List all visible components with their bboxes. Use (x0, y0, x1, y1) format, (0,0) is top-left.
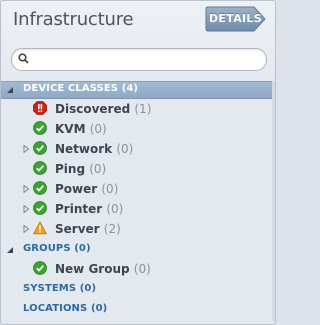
item-count: (0) (133, 262, 151, 276)
section-label-systems: SYSTEMS (0) (23, 283, 96, 294)
tree-item-label: Power (0) (55, 182, 118, 196)
collapse-arrow-icon[interactable] (6, 246, 14, 254)
tree-item-kvm[interactable]: KVM (0) (1, 120, 275, 140)
item-name: Printer (55, 202, 103, 216)
check-icon (33, 141, 47, 155)
section-label-groups: GROUPS (0) (23, 243, 91, 254)
section-count: (4) (121, 83, 139, 94)
expand-arrow-icon[interactable] (22, 225, 30, 233)
section-title: LOCATIONS (23, 303, 88, 314)
error-icon (33, 101, 47, 115)
section-title: SYSTEMS (23, 283, 77, 294)
section-systems[interactable]: SYSTEMS (0) (1, 281, 275, 301)
section-device-classes[interactable]: DEVICE CLASSES (4) (1, 81, 275, 99)
infrastructure-panel: Infrastructure DETAILS DEVICE CLASSES (4… (0, 0, 276, 325)
search-box[interactable] (11, 48, 267, 71)
details-button[interactable]: DETAILS (205, 6, 267, 32)
item-count: (0) (89, 162, 107, 176)
search-input[interactable] (34, 50, 264, 70)
tree-item-server[interactable]: Server (2) (1, 220, 275, 240)
tree-item-discovered[interactable]: Discovered (1) (1, 100, 275, 120)
item-name: Server (55, 222, 100, 236)
section-locations[interactable]: LOCATIONS (0) (1, 301, 275, 321)
item-count: (0) (106, 202, 124, 216)
tree-item-label: Printer (0) (55, 202, 123, 216)
item-count: (2) (103, 222, 121, 236)
item-count: (1) (134, 102, 152, 116)
section-label-locations: LOCATIONS (0) (23, 303, 107, 314)
check-icon (33, 261, 47, 275)
item-name: Ping (55, 162, 86, 176)
tree-item-label: KVM (0) (55, 122, 107, 136)
tree-item-label: Ping (0) (55, 162, 106, 176)
item-name: Network (55, 142, 113, 156)
section-label-device-classes: DEVICE CLASSES (4) (23, 83, 138, 94)
check-icon (33, 161, 47, 175)
tree-item-label: Server (2) (55, 222, 121, 236)
item-count: (0) (116, 142, 134, 156)
warning-icon (33, 221, 47, 235)
tree-item-ping[interactable]: Ping (0) (1, 160, 275, 180)
section-count: (0) (74, 243, 91, 254)
check-icon (33, 181, 47, 195)
panel-title: Infrastructure (13, 9, 134, 30)
tree-item-label: New Group (0) (55, 262, 151, 276)
tree-item-label: Network (0) (55, 142, 133, 156)
item-count: (0) (89, 122, 107, 136)
collapse-arrow-icon[interactable] (6, 86, 14, 94)
search-icon (18, 53, 29, 64)
scrollbar[interactable] (272, 81, 275, 321)
item-name: New Group (55, 262, 130, 276)
tree-item-power[interactable]: Power (0) (1, 180, 275, 200)
expand-arrow-icon[interactable] (22, 185, 30, 193)
tree-item-network[interactable]: Network (0) (1, 140, 275, 160)
tree-item-label: Discovered (1) (55, 102, 151, 116)
section-groups[interactable]: GROUPS (0) (1, 241, 275, 261)
tree-item-new-group[interactable]: New Group (0) (1, 260, 275, 280)
check-icon (33, 201, 47, 215)
item-name: KVM (55, 122, 86, 136)
section-count: (0) (79, 283, 97, 294)
panel-header: Infrastructure DETAILS (1, 1, 275, 41)
item-count: (0) (101, 182, 119, 196)
check-icon (33, 121, 47, 135)
section-title: DEVICE CLASSES (23, 83, 119, 94)
expand-arrow-icon[interactable] (22, 205, 30, 213)
item-name: Discovered (55, 102, 131, 116)
item-name: Power (55, 182, 98, 196)
details-button-label: DETAILS (209, 12, 262, 25)
section-count: (0) (90, 303, 108, 314)
expand-arrow-icon[interactable] (22, 145, 30, 153)
tree-item-printer[interactable]: Printer (0) (1, 200, 275, 220)
section-title: GROUPS (23, 243, 71, 254)
